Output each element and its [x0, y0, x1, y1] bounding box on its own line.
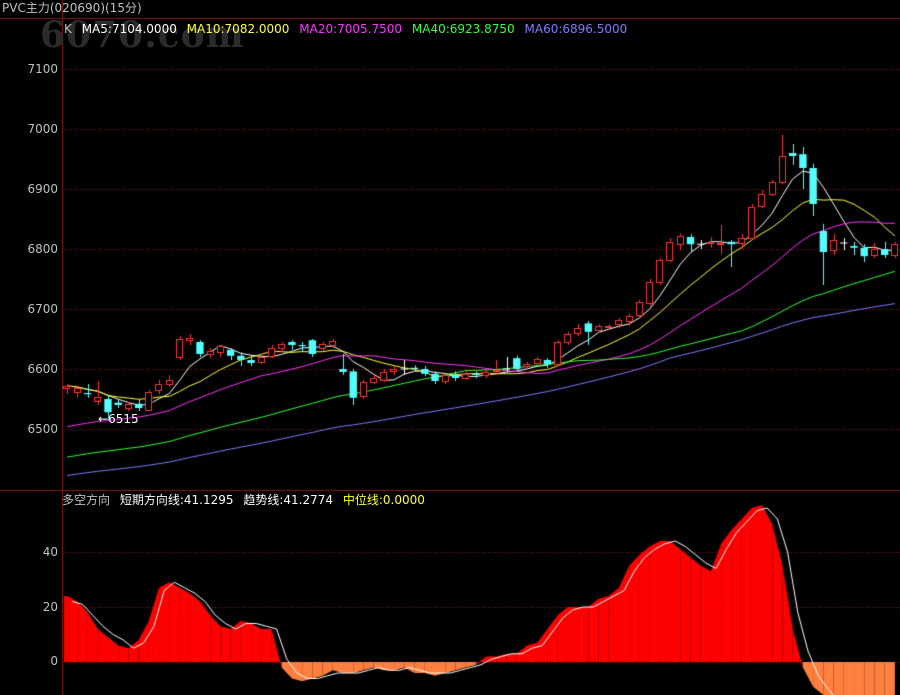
- median-line-legend: 中位线:0.0000: [342, 493, 425, 507]
- price-legend: K MA5:7104.0000 MA10:7082.0000 MA20:7005…: [64, 22, 627, 36]
- short-line-legend: 短期方向线:41.1295: [119, 493, 234, 507]
- indicator-tick-0: 0: [50, 654, 58, 668]
- price-tick-6900: 6900: [27, 182, 58, 196]
- price-tick-6800: 6800: [27, 242, 58, 256]
- ma5-legend: MA5:7104.0000: [81, 22, 177, 36]
- ma10-legend: MA10:7082.0000: [186, 22, 290, 36]
- indicator-tick-40: 40: [42, 545, 58, 559]
- price-tick-6600: 6600: [27, 362, 58, 376]
- price-panel-label: K: [64, 22, 72, 36]
- window-title: PVC主力(020690)(15分): [2, 1, 142, 15]
- indicator-tick-20: 20: [42, 600, 58, 614]
- indicator-legend: 多空方向 短期方向线:41.1295 趋势线:41.2774 中位线:0.000…: [62, 493, 425, 507]
- trend-line-legend: 趋势线:41.2774: [243, 493, 334, 507]
- ma40-legend: MA40:6923.8750: [411, 22, 515, 36]
- indicator-name: 多空方向: [62, 493, 111, 507]
- low-price-arrow-icon: ←: [98, 412, 109, 426]
- ma20-legend: MA20:7005.7500: [299, 22, 403, 36]
- price-tick-6700: 6700: [27, 302, 58, 316]
- price-tick-6500: 6500: [27, 422, 58, 436]
- ma60-legend: MA60:6896.5000: [524, 22, 628, 36]
- futures-chart-canvas[interactable]: [0, 0, 900, 695]
- low-price-value: 6515: [108, 412, 139, 426]
- price-tick-7000: 7000: [27, 122, 58, 136]
- low-price-marker: ←6515: [98, 412, 139, 426]
- price-tick-7100: 7100: [27, 62, 58, 76]
